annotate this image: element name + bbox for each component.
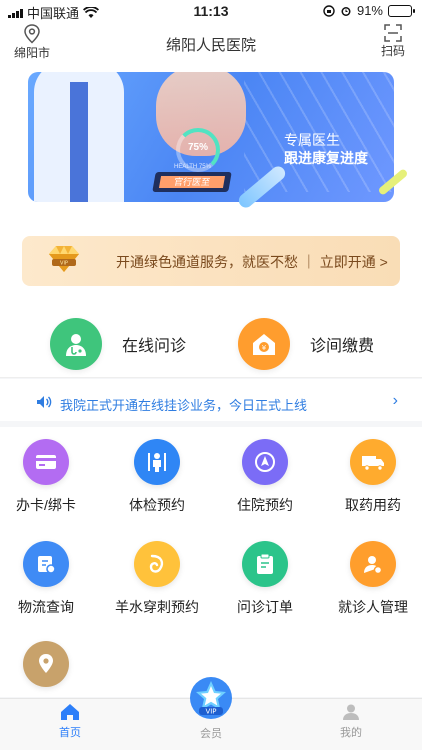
home-icon: [61, 704, 79, 720]
payment-icon: ¥: [238, 318, 290, 370]
svg-text:VIP: VIP: [60, 261, 68, 267]
quick-actions: 在线问诊 ¥ 诊间缴费: [0, 302, 422, 378]
tablet-label: 官行医至: [158, 176, 226, 188]
card-icon: [23, 439, 69, 485]
grid-item-label: 物流查询: [18, 599, 74, 615]
chevron-right-icon: ›: [392, 392, 398, 409]
grid-item-label: 办卡/绑卡: [16, 497, 76, 513]
health-label: HEALTH 75%: [174, 164, 211, 170]
notice-bar[interactable]: 我院正式开通在线挂诊业务，今日正式上线 ›: [0, 379, 422, 427]
lock-rotation-icon: [323, 4, 335, 17]
doctor-icon: [50, 318, 102, 370]
notice-text: 我院正式开通在线挂诊业务，今日正式上线: [60, 398, 308, 413]
quick-action-label: 诊间缴费: [310, 338, 375, 355]
battery-icon: [388, 4, 415, 17]
tab-label: 我的: [340, 727, 362, 739]
quick-action-label: 在线问诊: [122, 338, 187, 355]
tab-member[interactable]: 会员: [171, 725, 251, 741]
grid-item-label: 羊水穿刺预约: [115, 599, 199, 615]
grid-item-card[interactable]: 办卡/绑卡: [0, 439, 96, 515]
doctor-shirt: [70, 82, 88, 202]
page-title: 绵阳人民医院: [165, 37, 256, 54]
grid-item-hospitalization[interactable]: 住院预约: [215, 439, 315, 515]
gauge-value: 75%: [187, 142, 208, 153]
tab-label: 会员: [200, 728, 222, 740]
app-header: 绵阳市 绵阳人民医院 扫码: [0, 22, 422, 62]
checkup-icon: [134, 439, 180, 485]
patient-manage-icon: [350, 541, 396, 587]
diamond-vip-icon: VIP: [49, 246, 79, 272]
grid-item-navigation[interactable]: [0, 641, 96, 697]
alarm-icon: [341, 6, 351, 16]
grid-item-medicine[interactable]: 取药用药: [323, 439, 422, 515]
scan-button[interactable]: 扫码: [376, 24, 410, 59]
banner-section: 75% HEALTH 75% 官行医至 专属医生 跟进康复进度: [0, 62, 422, 222]
grid-item-checkup[interactable]: 体检预约: [107, 439, 207, 515]
delivery-icon: [350, 439, 396, 485]
logistics-icon: [23, 541, 69, 587]
vip-label: VIP: [205, 708, 216, 716]
tab-mine[interactable]: 我的: [311, 703, 391, 740]
scan-icon: [384, 24, 402, 42]
grid-item-label: 住院预约: [237, 497, 293, 513]
banner-carousel[interactable]: 75% HEALTH 75% 官行医至 专属医生 跟进康复进度: [28, 72, 394, 202]
grid-item-logistics[interactable]: 物流查询: [0, 541, 96, 617]
grid-item-label: 问诊订单: [237, 599, 293, 615]
grid-item-label: 就诊人管理: [338, 599, 408, 615]
green-channel-promo[interactable]: VIP 开通绿色通道服务，就医不愁 ｜ 立即开通 >: [22, 236, 400, 286]
status-right: 91%: [323, 3, 415, 18]
prenatal-icon: [134, 541, 180, 587]
order-icon: [242, 541, 288, 587]
tablet-illustration: 官行医至: [152, 172, 232, 192]
speaker-icon: [37, 396, 52, 408]
promo-section: VIP 开通绿色通道服务，就医不愁 ｜ 立即开通 >: [0, 222, 422, 302]
svg-text:¥: ¥: [262, 344, 267, 352]
battery-percent: 91%: [356, 3, 383, 18]
service-grid: 办卡/绑卡 体检预约 住院预约 取药用药 物流查询 羊水穿刺预约 问诊订单 就诊…: [0, 427, 422, 697]
promo-text: 开通绿色通道服务，就医不愁 ｜ 立即开通 >: [116, 254, 388, 270]
hospital-icon: [242, 439, 288, 485]
map-pin-icon: [23, 641, 69, 687]
grid-item-patient-management[interactable]: 就诊人管理: [323, 541, 422, 617]
status-bar: 中国联通 11:13 91%: [0, 0, 422, 22]
payment-button[interactable]: ¥ 诊间缴费: [238, 318, 374, 370]
grid-item-consult-orders[interactable]: 问诊订单: [215, 541, 315, 617]
grid-item-label: 取药用药: [345, 497, 401, 513]
banner-subtitle: 专属医生: [284, 132, 340, 148]
grid-item-amniocentesis[interactable]: 羊水穿刺预约: [107, 541, 207, 617]
scan-label: 扫码: [380, 44, 405, 58]
grid-item-label: 体检预约: [129, 497, 185, 513]
tab-home[interactable]: 首页: [30, 703, 110, 740]
user-icon: [343, 704, 359, 720]
tab-label: 首页: [59, 727, 81, 739]
online-consult-button[interactable]: 在线问诊: [50, 318, 186, 370]
banner-title: 跟进康复进度: [284, 150, 368, 166]
vip-badge-icon[interactable]: VIP: [187, 674, 235, 722]
